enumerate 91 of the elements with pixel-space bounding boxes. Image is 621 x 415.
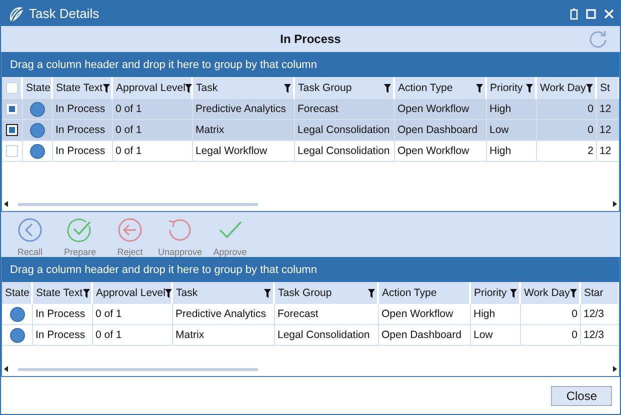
table-cell: 12 (596, 140, 619, 162)
close-icon[interactable] (604, 8, 614, 18)
table-cell: 0 (536, 120, 596, 140)
table-cell: 12/3 (580, 304, 619, 324)
table-cell: 0 of 1 (92, 324, 172, 346)
table-cell: 12 (596, 99, 619, 120)
status-dot (10, 306, 25, 322)
close-button[interactable]: Close (551, 386, 612, 406)
table-cell: Open Workflow (378, 304, 470, 324)
column-header[interactable]: Task (192, 77, 294, 99)
column-header[interactable]: Star (580, 282, 619, 304)
table-cell: 0 of 1 (112, 99, 192, 120)
table-cell: High (470, 304, 520, 324)
table-cell: In Process (32, 324, 92, 346)
table-cell: Legal Consolidation (274, 324, 378, 346)
column-header[interactable]: Approval Level (112, 77, 192, 99)
group-by-hint: Drag a column header and drop it here to group by that column (10, 264, 317, 276)
table-cell: Legal Workflow (192, 140, 294, 162)
column-header[interactable]: State (22, 77, 52, 99)
column-header[interactable]: Action Type (394, 77, 486, 99)
column-header[interactable]: Priority (486, 77, 536, 99)
filter-icon[interactable] (102, 84, 110, 92)
column-header[interactable]: Work Day (536, 77, 596, 99)
table-cell: In Process (52, 140, 112, 162)
undo-icon (167, 217, 193, 243)
filter-icon[interactable] (82, 288, 90, 298)
filter-icon[interactable] (586, 84, 593, 92)
table-cell: Legal Consolidation (294, 120, 394, 140)
filter-icon[interactable] (570, 288, 577, 298)
table-cell: Predictive Analytics (192, 99, 294, 120)
table-cell: Matrix (192, 120, 294, 140)
column-header[interactable]: Task (172, 282, 274, 304)
table-cell: Open Workflow (394, 99, 486, 120)
column-header[interactable]: Task Group (294, 77, 394, 99)
table-cell: 12/3 (580, 324, 619, 346)
table-cell: 0 (520, 304, 580, 324)
table-cell: Low (486, 120, 536, 140)
status-dot (10, 328, 25, 342)
table-cell: Forecast (294, 99, 394, 120)
table-cell: 12 (596, 120, 619, 140)
column-header[interactable]: State (2, 282, 32, 304)
table-cell: 2 (536, 140, 596, 162)
table-cell: 0 of 1 (112, 140, 192, 162)
column-header[interactable]: St (596, 77, 619, 99)
column-header[interactable]: State Text (52, 77, 112, 99)
table-cell: Low (470, 324, 520, 346)
left-arrow-circle-icon (117, 217, 143, 243)
table-cell: 0 of 1 (92, 304, 172, 324)
horizontal-scrollbar[interactable] (2, 366, 619, 372)
column-header[interactable]: Action Type (378, 282, 470, 304)
horizontal-scrollbar[interactable] (2, 201, 619, 207)
table-cell: In Process (52, 120, 112, 140)
filter-icon[interactable] (476, 84, 483, 92)
status-dot (30, 102, 45, 116)
table-cell: Legal Consolidation (294, 140, 394, 162)
table-cell: 0 (520, 324, 580, 346)
table-cell: Matrix (172, 324, 274, 346)
row-checkbox[interactable] (6, 124, 18, 136)
panel-title: In Process (280, 32, 341, 46)
column-header[interactable]: Work Day (520, 282, 580, 304)
app-logo-icon (7, 6, 23, 22)
group-by-hint: Drag a column header and drop it here to group by that column (10, 58, 317, 70)
filter-icon[interactable] (264, 288, 271, 298)
column-header[interactable]: State Text (32, 282, 92, 304)
status-dot (30, 144, 45, 158)
filter-icon[interactable] (368, 288, 375, 298)
column-header[interactable]: Approval Level (92, 282, 172, 304)
table-cell: Open Dashboard (378, 324, 470, 346)
table-cell: Forecast (274, 304, 378, 324)
table-cell: Open Workflow (394, 140, 486, 162)
table-cell: High (486, 140, 536, 162)
status-dot (30, 122, 45, 138)
table-cell: Open Dashboard (394, 120, 486, 140)
maximize-icon[interactable] (586, 8, 596, 18)
check-circle-icon (67, 217, 93, 243)
table-cell: Predictive Analytics (172, 304, 274, 324)
select-all-checkbox[interactable] (6, 82, 18, 94)
window-title: Task Details (29, 6, 100, 21)
column-header[interactable]: Priority (470, 282, 520, 304)
clipboard-icon[interactable] (570, 8, 578, 20)
column-header[interactable]: Task Group (274, 282, 378, 304)
filter-icon[interactable] (284, 84, 291, 92)
table-cell: In Process (32, 304, 92, 324)
filter-icon[interactable] (384, 84, 391, 92)
back-circle-icon (17, 217, 43, 243)
table-cell: 0 of 1 (112, 120, 192, 140)
table-cell: 0 (536, 99, 596, 120)
table-cell: High (486, 99, 536, 120)
filter-icon[interactable] (510, 288, 517, 298)
table-cell: In Process (52, 99, 112, 120)
filter-icon[interactable] (526, 84, 533, 92)
